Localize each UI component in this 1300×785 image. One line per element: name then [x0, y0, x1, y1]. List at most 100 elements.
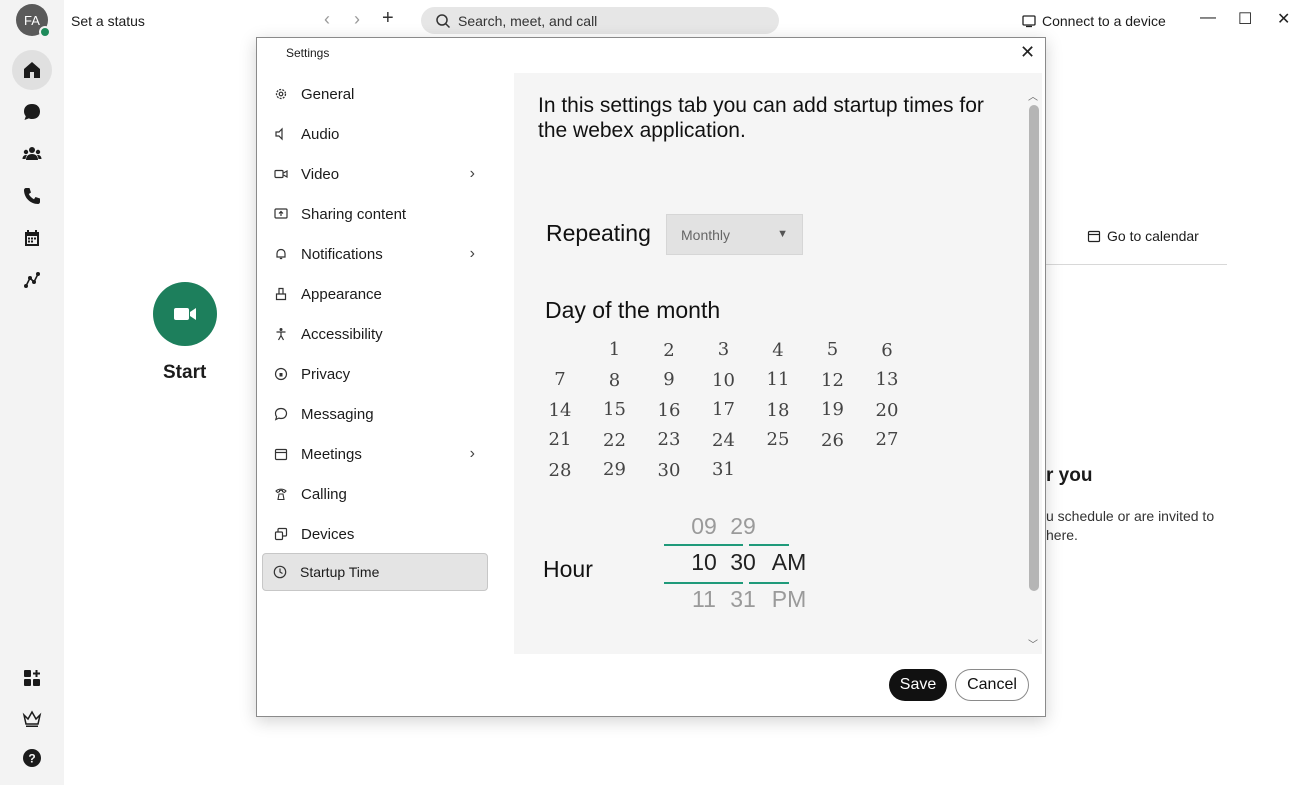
minute-picker[interactable]: 29 30 31 — [703, 513, 756, 613]
meetings-calendar-icon[interactable] — [12, 218, 52, 258]
menu-item-audio[interactable]: Audio — [273, 116, 489, 152]
day-option[interactable]: 5 — [813, 339, 853, 360]
menu-item-appearance[interactable]: Appearance — [273, 276, 489, 312]
day-option[interactable]: 24 — [704, 430, 744, 451]
day-option[interactable]: 3 — [704, 339, 744, 360]
day-option[interactable]: 9 — [649, 369, 689, 390]
menu-item-privacy[interactable]: Privacy — [273, 356, 489, 392]
menu-item-meetings[interactable]: Meetings › — [273, 436, 489, 472]
ampm-next[interactable]: PM — [769, 586, 809, 613]
chat-bubble-icon — [273, 406, 289, 422]
hour-picker[interactable]: 09 10 11 — [664, 513, 717, 613]
day-option[interactable]: 2 — [649, 340, 689, 361]
day-option[interactable]: 4 — [758, 340, 798, 361]
forward-arrow-icon[interactable]: › — [354, 9, 360, 30]
help-icon[interactable]: ? — [12, 738, 52, 778]
scroll-down-icon[interactable]: ﹀ — [1028, 636, 1038, 651]
search-icon — [436, 13, 451, 28]
save-button[interactable]: Save — [889, 669, 947, 701]
menu-item-calling[interactable]: Calling — [273, 476, 489, 512]
day-option[interactable]: 13 — [867, 369, 907, 390]
day-option[interactable]: 16 — [649, 400, 689, 421]
day-option[interactable]: 25 — [758, 429, 798, 450]
connect-device-button[interactable]: Connect to a device — [1022, 13, 1166, 29]
day-option[interactable]: 6 — [867, 340, 907, 361]
set-status-link[interactable]: Set a status — [71, 13, 145, 29]
day-option[interactable]: 1 — [595, 339, 635, 360]
menu-item-sharing-content[interactable]: Sharing content — [273, 196, 489, 232]
new-plus-icon[interactable]: + — [382, 7, 394, 30]
day-option[interactable]: 14 — [540, 400, 580, 421]
day-option[interactable]: 7 — [540, 369, 580, 390]
day-option[interactable]: 21 — [540, 429, 580, 450]
day-option[interactable]: 11 — [758, 369, 798, 390]
top-bar: Set a status ‹ › + Search, meet, and cal… — [64, 0, 1300, 40]
day-option[interactable]: 29 — [595, 459, 635, 480]
meetings-description: u schedule or are invited to here. — [1046, 508, 1215, 543]
chevron-right-icon: › — [469, 445, 475, 462]
window-close-icon[interactable]: ✕ — [1277, 9, 1290, 29]
divider — [1046, 264, 1227, 265]
go-to-calendar-link[interactable]: Go to calendar — [1087, 228, 1199, 244]
day-option[interactable]: 10 — [704, 370, 744, 391]
day-option[interactable]: 27 — [867, 429, 907, 450]
day-option[interactable]: 22 — [595, 430, 635, 451]
calendar-icon — [1087, 230, 1101, 243]
day-option[interactable]: 12 — [813, 370, 853, 391]
close-icon[interactable]: ✕ — [1020, 42, 1035, 63]
menu-item-accessibility[interactable]: Accessibility — [273, 316, 489, 352]
teams-icon[interactable] — [12, 134, 52, 174]
picker-line — [703, 582, 743, 584]
scrollbar-thumb[interactable] — [1029, 105, 1039, 591]
share-screen-icon — [273, 206, 289, 222]
day-option[interactable]: 19 — [813, 399, 853, 420]
dropdown-arrow-icon: ▼ — [777, 228, 788, 240]
day-option[interactable]: 31 — [704, 459, 744, 480]
connect-device-label: Connect to a device — [1042, 13, 1166, 29]
day-option[interactable]: 26 — [813, 430, 853, 451]
menu-item-label: Privacy — [301, 365, 351, 383]
home-icon[interactable] — [12, 50, 52, 90]
avatar[interactable]: FA — [16, 4, 51, 38]
picker-line — [664, 582, 704, 584]
back-arrow-icon[interactable]: ‹ — [324, 9, 330, 30]
menu-item-notifications[interactable]: Notifications › — [273, 236, 489, 272]
apps-icon[interactable] — [12, 658, 52, 698]
ampm-current[interactable]: AM — [769, 549, 809, 576]
menu-item-general[interactable]: General — [273, 76, 489, 112]
menu-item-messaging[interactable]: Messaging — [273, 396, 489, 432]
maximize-icon[interactable]: ☐ — [1238, 9, 1252, 29]
day-option[interactable]: 18 — [758, 400, 798, 421]
menu-item-startup-time[interactable]: Startup Time — [262, 553, 488, 591]
day-option[interactable]: 20 — [867, 400, 907, 421]
scroll-up-icon[interactable]: ︿ — [1028, 88, 1038, 103]
scrollbar[interactable]: ︿ ﹀ — [1025, 88, 1041, 654]
ampm-picker[interactable]: AM PM — [749, 513, 806, 613]
day-option[interactable]: 30 — [649, 460, 689, 481]
day-option[interactable]: 15 — [595, 399, 635, 420]
calling-icon[interactable] — [12, 176, 52, 216]
day-option[interactable]: 17 — [704, 399, 744, 420]
avatar-initials: FA — [24, 12, 40, 28]
minimize-icon[interactable]: — — [1200, 9, 1216, 27]
messaging-icon[interactable] — [12, 92, 52, 132]
phone-icon — [273, 486, 289, 502]
menu-item-devices[interactable]: Devices — [273, 516, 489, 552]
repeating-label: Repeating — [546, 220, 651, 246]
repeating-dropdown[interactable]: Monthly ▼ — [666, 214, 803, 255]
picker-line — [664, 544, 704, 546]
video-icon — [273, 166, 289, 182]
start-meeting-button[interactable] — [153, 282, 217, 346]
menu-item-label: General — [301, 85, 355, 103]
crown-icon[interactable] — [12, 699, 52, 739]
day-option[interactable]: 23 — [649, 429, 689, 450]
video-camera-icon — [174, 308, 196, 320]
day-option[interactable]: 28 — [540, 460, 580, 481]
menu-item-video[interactable]: Video › — [273, 156, 489, 192]
cancel-button[interactable]: Cancel — [955, 669, 1029, 701]
search-bar[interactable]: Search, meet, and call — [421, 7, 779, 34]
gear-icon — [273, 86, 289, 102]
chevron-right-icon: › — [469, 165, 475, 182]
analytics-icon[interactable] — [12, 260, 52, 300]
day-option[interactable]: 8 — [595, 370, 635, 391]
